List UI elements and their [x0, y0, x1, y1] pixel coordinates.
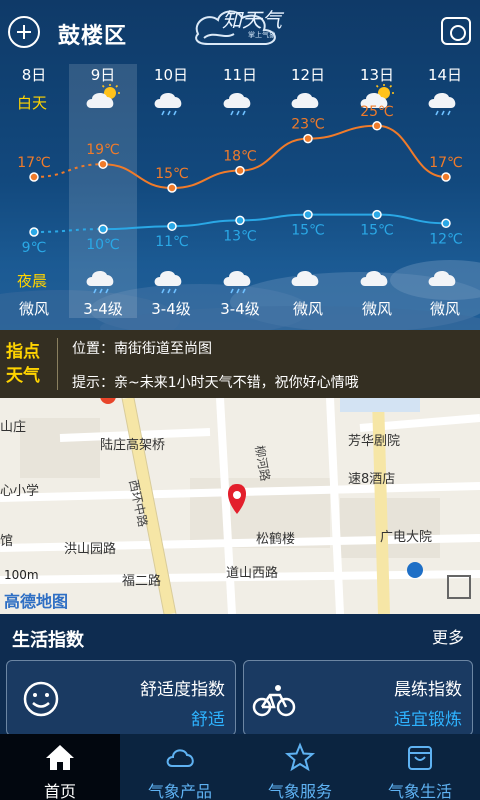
comfort-index-value: 舒适	[191, 710, 225, 730]
smiley-icon	[23, 681, 59, 717]
map-label: 馆	[0, 534, 14, 549]
forecast-wind: 3-4级	[220, 300, 260, 318]
map-label: 福二路	[122, 574, 162, 589]
low-temp-label: 13℃	[223, 228, 257, 244]
forecast-wind: 3-4级	[151, 300, 191, 318]
tips-location: 位置：南街街道至尚图	[72, 341, 212, 357]
high-temp-point	[441, 172, 451, 182]
map-label: 山庄	[0, 420, 27, 435]
morning-exercise-name: 晨练指数	[394, 680, 462, 700]
forecast-wind: 微风	[292, 300, 323, 318]
low-temp-point	[167, 221, 177, 231]
home-icon	[46, 745, 74, 770]
map-label: 道山西路	[226, 566, 279, 581]
high-temp-point	[235, 165, 245, 176]
morning-exercise-card[interactable]: 晨练指数 适宜锻炼	[243, 660, 473, 736]
low-temp-label: 15℃	[360, 223, 394, 239]
map-label: 陆庄高架桥	[100, 438, 166, 453]
high-temp-point	[98, 159, 108, 169]
low-temp-point	[29, 227, 39, 237]
high-temp-point	[372, 121, 382, 131]
map-label: 芳华剧院	[348, 434, 401, 449]
low-temp-label: 12℃	[429, 231, 463, 247]
tips-divider	[57, 338, 58, 390]
bag-icon	[408, 746, 432, 770]
map-view[interactable]: 山庄 陆庄高架桥 心小学 西环中路 柳河路 芳华剧院 速8酒店 馆 洪山园路 松…	[0, 398, 480, 614]
map-label: 心小学	[0, 484, 40, 499]
high-temp-label: 17℃	[429, 155, 463, 171]
life-index-more-link[interactable]: 更多	[432, 624, 464, 648]
low-temp-label: 10℃	[86, 237, 120, 253]
high-temp-label: 15℃	[155, 166, 189, 182]
temperature-chart: 17℃ 19℃ 15℃ 18℃ 23℃ 25℃ 17℃ 9℃ 10℃ 11℃ 13℃ 15℃ 15℃ 12…	[17, 104, 463, 256]
nav-products[interactable]: 气象产品	[120, 734, 240, 800]
high-temp-label: 17℃	[17, 155, 51, 171]
high-temp-label: 19℃	[86, 142, 120, 158]
low-temp-point	[372, 209, 382, 220]
high-temp-label: 18℃	[223, 149, 257, 165]
low-temp-line-past	[33, 228, 104, 233]
low-temp-line	[102, 213, 447, 231]
high-temp-point	[303, 133, 313, 144]
map-label: 广电大院	[380, 530, 433, 545]
nav-life-label: 气象生活	[387, 782, 452, 800]
high-temp-label: 23℃	[291, 117, 325, 133]
low-temp-label: 11℃	[155, 234, 189, 250]
life-index-section: 生活指数 更多 舒适度指数 舒适 晨练指数 适宜锻炼	[0, 614, 480, 736]
nav-services[interactable]: 气象服务	[240, 734, 360, 800]
bicycle-icon	[252, 685, 296, 717]
forecast-wind: 微风	[18, 300, 49, 318]
low-temp-label: 15℃	[291, 223, 325, 239]
bottom-nav: 首页 气象产品 气象服务 气象生活	[0, 734, 480, 800]
nav-home-label: 首页	[43, 782, 76, 800]
map-scale: 100m	[4, 568, 39, 582]
map-label: 洪山园路	[64, 542, 117, 557]
forecast-wind: 微风	[429, 300, 460, 318]
cloud-icon	[166, 749, 194, 767]
map-brand-logo: 高德地图	[4, 592, 69, 611]
tips-title-line1: 指点	[6, 342, 40, 362]
morning-exercise-value: 适宜锻炼	[394, 710, 462, 730]
life-index-title: 生活指数	[12, 630, 84, 651]
low-temp-point	[235, 215, 245, 226]
star-icon	[284, 742, 316, 772]
high-temp-point	[167, 183, 177, 193]
map-roads	[0, 398, 480, 614]
nav-products-label: 气象产品	[147, 782, 212, 800]
nav-life[interactable]: 气象生活	[360, 734, 480, 800]
map-label: 松鹤楼	[256, 532, 296, 547]
low-temp-point	[441, 218, 451, 229]
nav-home[interactable]: 首页	[0, 734, 120, 800]
tips-hint: 提示：亲~未来1小时天气不错，祝你好心情哦	[72, 375, 359, 391]
nav-services-label: 气象服务	[267, 782, 332, 800]
high-temp-label: 25℃	[360, 104, 394, 120]
low-temp-point	[98, 224, 108, 234]
high-temp-point	[29, 172, 39, 182]
low-temp-point	[303, 209, 313, 220]
tips-title-line2: 天气	[6, 366, 40, 386]
weather-tips-bar[interactable]: 指点 天气 位置：南街街道至尚图 提示：亲~未来1小时天气不错，祝你好心情哦	[0, 330, 480, 398]
comfort-index-name: 舒适度指数	[140, 680, 225, 700]
low-temp-label: 9℃	[22, 240, 47, 256]
tips-title: 指点 天气	[6, 340, 50, 388]
comfort-index-card[interactable]: 舒适度指数 舒适	[6, 660, 236, 736]
forecast-wind: 3-4级	[83, 300, 123, 318]
map-label: 速8酒店	[348, 472, 396, 487]
weather-panel: 鼓楼区 知天气 掌上气象 8日 9日 10日 11日 12日 13日 14日 白天 夜晨 1…	[0, 0, 480, 330]
forecast-wind: 微风	[361, 300, 392, 318]
